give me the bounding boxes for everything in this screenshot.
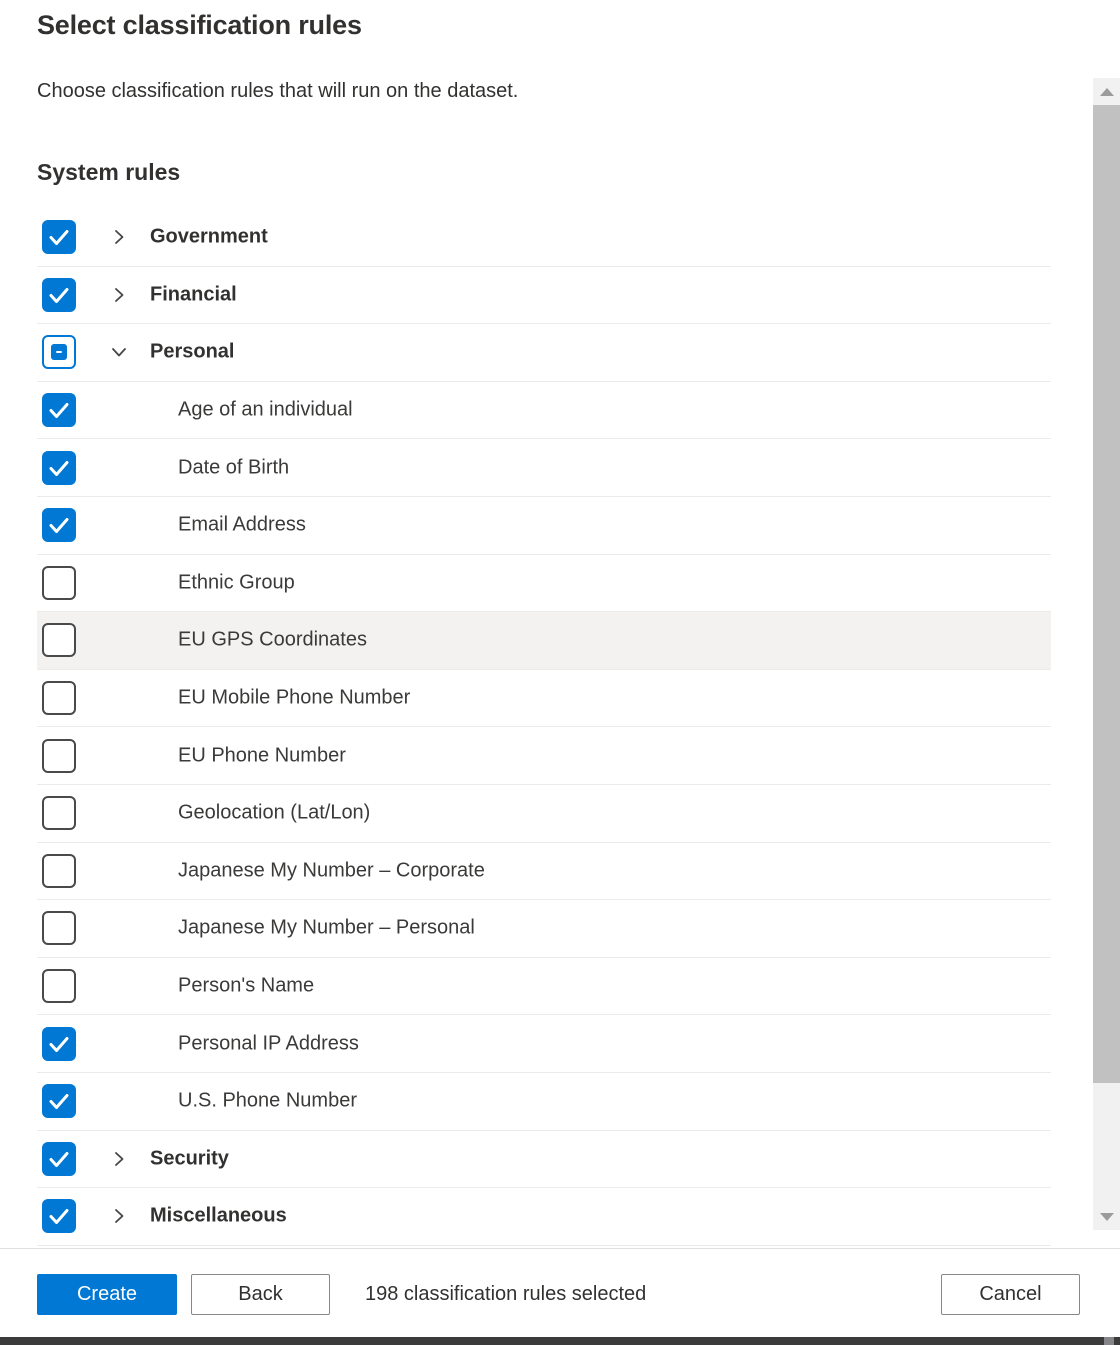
- chevron-right-icon[interactable]: [109, 1206, 129, 1226]
- indeterminate-checkbox[interactable]: [42, 335, 76, 370]
- rule-label: Date of Birth: [178, 456, 290, 479]
- window-bottom-edge: [0, 1337, 1120, 1345]
- chevron-down-icon[interactable]: [109, 342, 129, 362]
- scroll-up-arrow-icon[interactable]: [1093, 78, 1120, 105]
- rule-row-personal[interactable]: Personal: [37, 324, 1051, 382]
- selected-rules-count: 198 classification rules selected: [365, 1283, 647, 1305]
- checked-checkbox[interactable]: [42, 450, 76, 485]
- checked-checkbox[interactable]: [42, 1199, 76, 1234]
- system-rules-heading: System rules: [37, 159, 181, 185]
- cancel-button[interactable]: Cancel: [941, 1274, 1080, 1315]
- create-button[interactable]: Create: [37, 1274, 177, 1315]
- chevron-right-icon[interactable]: [109, 1149, 129, 1169]
- unchecked-checkbox[interactable]: [42, 796, 76, 831]
- checked-checkbox[interactable]: [42, 508, 76, 543]
- rule-label: Geolocation (Lat/Lon): [178, 801, 371, 824]
- rule-row-geolocation-lat-lon[interactable]: Geolocation (Lat/Lon): [37, 784, 1051, 843]
- rule-row-personal-ip-address[interactable]: Personal IP Address: [37, 1015, 1051, 1073]
- rule-label: EU Phone Number: [178, 744, 346, 767]
- unchecked-checkbox[interactable]: [42, 681, 76, 716]
- rule-label: Japanese My Number – Corporate: [178, 859, 485, 882]
- rule-label: Japanese My Number – Personal: [178, 916, 475, 939]
- chevron-right-icon[interactable]: [109, 227, 129, 247]
- checked-checkbox[interactable]: [42, 1141, 76, 1176]
- rule-label: Financial: [150, 283, 237, 306]
- rule-row-japanese-my-number-personal[interactable]: Japanese My Number – Personal: [37, 900, 1051, 958]
- rule-row-financial[interactable]: Financial: [37, 266, 1051, 325]
- checked-checkbox[interactable]: [42, 277, 76, 312]
- rule-label: Security: [150, 1147, 229, 1170]
- rule-row-email-address[interactable]: Email Address: [37, 496, 1051, 555]
- rule-label: EU Mobile Phone Number: [178, 686, 411, 709]
- rule-label: Government: [150, 225, 268, 248]
- page-subtitle: Choose classification rules that will ru…: [37, 80, 519, 102]
- checked-checkbox[interactable]: [42, 1026, 76, 1061]
- checked-checkbox[interactable]: [42, 220, 76, 255]
- rule-row-government[interactable]: Government: [37, 209, 1051, 267]
- indeterminate-mark: [51, 344, 67, 361]
- rule-label: Miscellaneous: [150, 1204, 287, 1227]
- rule-label: Age of an individual: [178, 398, 353, 421]
- rule-row-japanese-my-number-corporate[interactable]: Japanese My Number – Corporate: [37, 842, 1051, 901]
- unchecked-checkbox[interactable]: [42, 969, 76, 1004]
- rule-label: EU GPS Coordinates: [178, 628, 367, 651]
- rule-row-eu-gps-coordinates[interactable]: EU GPS Coordinates: [37, 612, 1051, 670]
- rule-row-ethnic-group[interactable]: Ethnic Group: [37, 554, 1051, 613]
- footer-bar: Create Back 198 classification rules sel…: [0, 1248, 1120, 1337]
- rule-row-person-s-name[interactable]: Person's Name: [37, 957, 1051, 1016]
- page-title: Select classification rules: [37, 10, 362, 40]
- unchecked-checkbox[interactable]: [42, 738, 76, 773]
- chevron-right-icon[interactable]: [109, 285, 129, 305]
- unchecked-checkbox[interactable]: [42, 623, 76, 658]
- scrollbar-thumb[interactable]: [1093, 105, 1120, 1083]
- rule-label: Person's Name: [178, 974, 315, 997]
- unchecked-checkbox[interactable]: [42, 911, 76, 946]
- rule-label: Email Address: [178, 513, 306, 536]
- rule-row-eu-mobile-phone-number[interactable]: EU Mobile Phone Number: [37, 669, 1051, 728]
- back-button[interactable]: Back: [191, 1274, 330, 1315]
- rule-row-age-of-an-individual[interactable]: Age of an individual: [37, 381, 1051, 440]
- scroll-down-arrow-icon[interactable]: [1093, 1203, 1120, 1230]
- checked-checkbox[interactable]: [42, 1084, 76, 1119]
- vertical-scrollbar[interactable]: [1093, 78, 1120, 1230]
- rule-row-eu-phone-number[interactable]: EU Phone Number: [37, 727, 1051, 785]
- checked-checkbox[interactable]: [42, 393, 76, 428]
- indeterminate-dash: [56, 351, 62, 354]
- rule-row-security[interactable]: Security: [37, 1130, 1051, 1189]
- rule-label: U.S. Phone Number: [178, 1089, 357, 1112]
- rule-label: Personal IP Address: [178, 1032, 359, 1055]
- rule-row-u-s-phone-number[interactable]: U.S. Phone Number: [37, 1072, 1051, 1131]
- bottom-edge-notch: [1104, 1337, 1114, 1345]
- down-triangle-icon: [1099, 1212, 1114, 1221]
- rule-row-miscellaneous[interactable]: Miscellaneous: [37, 1188, 1051, 1246]
- unchecked-checkbox[interactable]: [42, 853, 76, 888]
- classification-rules-tree: Government Financial Personal Age of an ind…: [37, 209, 1051, 1246]
- rule-row-date-of-birth[interactable]: Date of Birth: [37, 439, 1051, 497]
- rule-label: Ethnic Group: [178, 571, 295, 594]
- unchecked-checkbox[interactable]: [42, 565, 76, 600]
- rule-label: Personal: [150, 340, 235, 363]
- up-triangle-icon: [1099, 87, 1114, 96]
